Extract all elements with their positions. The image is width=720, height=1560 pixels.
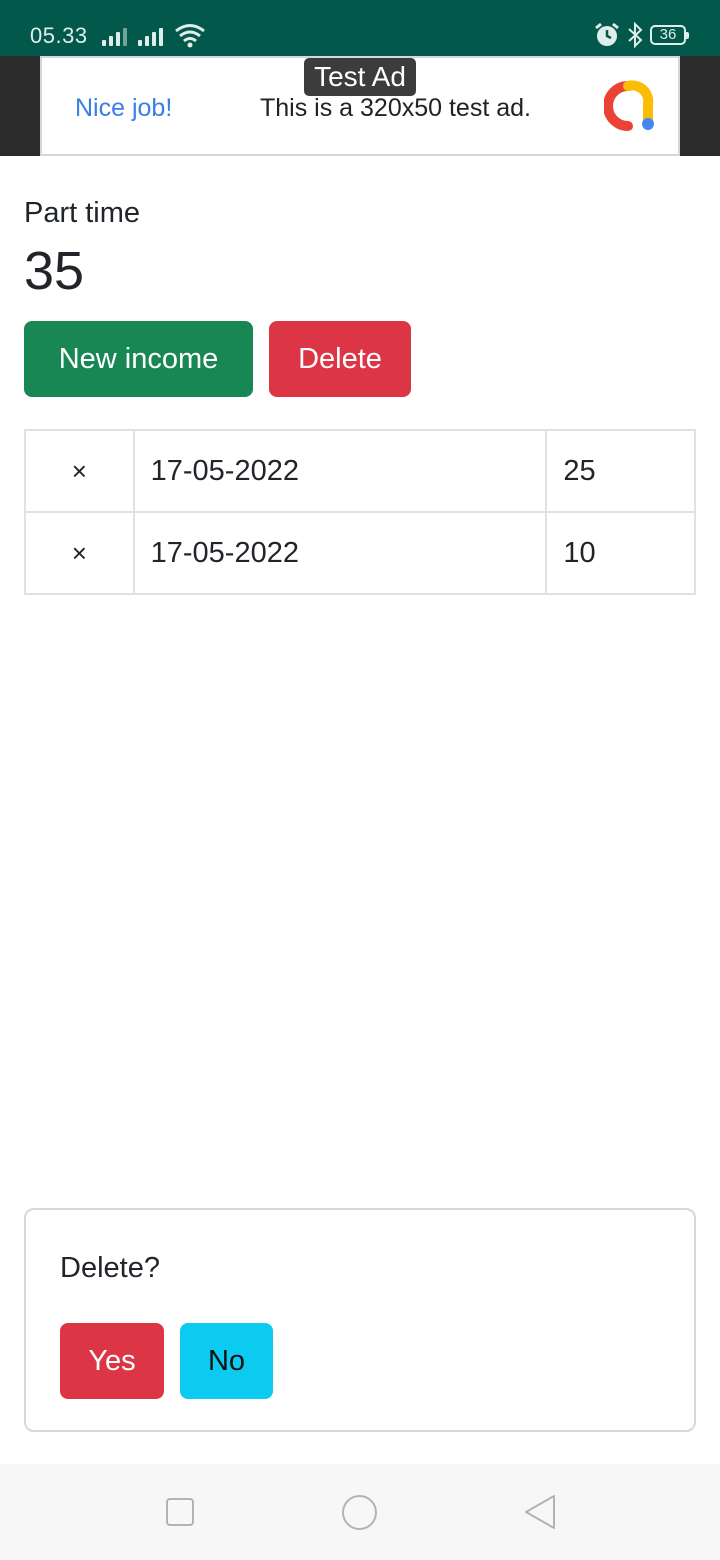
income-total: 35 [24, 241, 85, 301]
battery-icon: 36 [650, 25, 689, 45]
bluetooth-icon [628, 22, 643, 48]
income-category-label: Part time [24, 197, 141, 229]
ad-body[interactable]: This is a 320x50 test ad. [260, 92, 531, 124]
signal-icon [102, 26, 127, 46]
table-row: × 17-05-2022 10 [24, 511, 696, 595]
back-icon[interactable] [522, 1494, 558, 1530]
entry-date: 17-05-2022 [132, 429, 548, 513]
remove-entry-cell[interactable]: × [24, 511, 135, 595]
delete-confirm-card: Delete? Yes No [24, 1208, 696, 1432]
test-ad-badge: Test Ad [304, 58, 416, 96]
status-time: 05.33 [30, 23, 88, 48]
alarm-icon [595, 22, 619, 46]
home-icon[interactable] [342, 1495, 377, 1530]
income-table: × 17-05-2022 25 × 17-05-2022 10 [24, 429, 696, 595]
entry-date: 17-05-2022 [132, 511, 548, 595]
delete-button[interactable]: Delete [269, 321, 411, 397]
close-icon[interactable]: × [72, 538, 87, 568]
entry-amount: 25 [545, 429, 696, 513]
status-bar: 05.33 36 [0, 0, 720, 56]
table-row: × 17-05-2022 25 [24, 429, 696, 513]
signal-icon [138, 26, 163, 46]
wifi-icon [175, 24, 205, 48]
new-income-button[interactable]: New income [24, 321, 253, 397]
recent-apps-icon[interactable] [166, 1498, 194, 1526]
delete-confirm-question: Delete? [60, 1252, 160, 1284]
entry-amount: 10 [545, 511, 696, 595]
navigation-bar [0, 1464, 720, 1560]
confirm-yes-button[interactable]: Yes [60, 1323, 164, 1399]
remove-entry-cell[interactable]: × [24, 429, 135, 513]
ad-headline[interactable]: Nice job! [75, 92, 172, 124]
confirm-no-button[interactable]: No [180, 1323, 273, 1399]
close-icon[interactable]: × [72, 456, 87, 486]
adsense-logo-icon[interactable] [604, 80, 656, 132]
